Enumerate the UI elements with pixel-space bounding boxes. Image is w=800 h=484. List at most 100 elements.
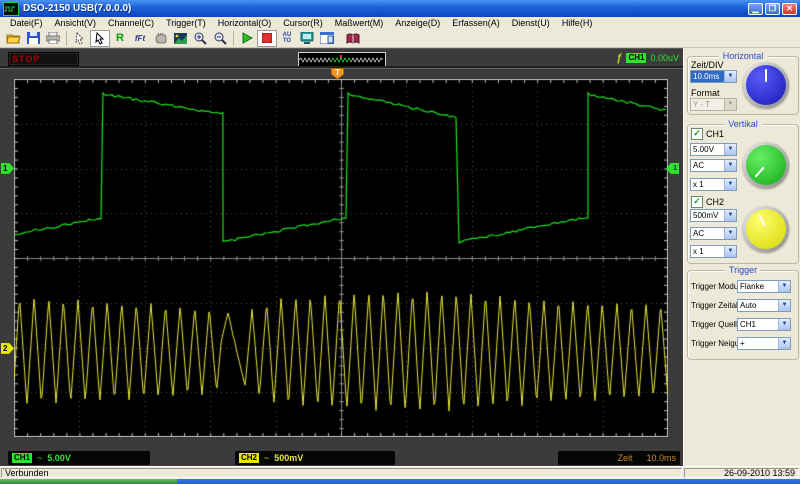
ch2-volt-select[interactable]: 500mV ▼ bbox=[690, 209, 737, 222]
ch2-position-marker[interactable]: 2 bbox=[1, 342, 14, 354]
ch2-coupling-select[interactable]: AC ▼ bbox=[690, 227, 737, 240]
help-button[interactable] bbox=[343, 30, 363, 47]
zoom-out-button[interactable] bbox=[210, 30, 230, 47]
hand-tool-button[interactable] bbox=[150, 30, 170, 47]
minimize-button[interactable]: ▁ bbox=[748, 2, 763, 15]
ch1-coupling-icon: ~ bbox=[37, 453, 43, 463]
waveform-image-icon bbox=[173, 32, 187, 44]
chevron-down-icon[interactable]: ▼ bbox=[724, 144, 736, 155]
start-button[interactable] bbox=[0, 479, 177, 484]
chevron-down-icon[interactable]: ▼ bbox=[778, 319, 790, 330]
toolbar-separator bbox=[66, 30, 67, 46]
menu-datei[interactable]: Datei(F) bbox=[4, 18, 49, 28]
horizontal-position-preview[interactable] bbox=[298, 52, 386, 67]
print-icon bbox=[46, 32, 60, 44]
datetime-status: 26-09-2010 13:59 bbox=[684, 468, 799, 478]
autoset-button[interactable]: AU TO bbox=[277, 30, 297, 47]
open-button[interactable] bbox=[3, 30, 23, 47]
horizontal-group-title: Horizontal bbox=[718, 51, 768, 61]
ch1-volt-select[interactable]: 5.00V ▼ bbox=[690, 143, 737, 156]
trigger-channel-badge: CH1 bbox=[626, 53, 647, 63]
chevron-down-icon[interactable]: ▼ bbox=[724, 246, 736, 257]
stop-acquisition-button[interactable] bbox=[257, 29, 277, 47]
ch1-probe-select[interactable]: x 1 ▼ bbox=[690, 178, 737, 191]
chevron-down-icon[interactable]: ▼ bbox=[778, 281, 790, 292]
restore-button[interactable]: ❐ bbox=[765, 2, 780, 15]
ch1-checkbox[interactable]: ✓ bbox=[691, 128, 703, 140]
format-label: Format bbox=[691, 88, 720, 98]
ch2-position-knob[interactable] bbox=[743, 206, 789, 252]
print-button[interactable] bbox=[43, 30, 63, 47]
waveform-plot bbox=[14, 79, 668, 437]
save-button[interactable] bbox=[23, 30, 43, 47]
chevron-down-icon[interactable]: ▼ bbox=[724, 71, 736, 82]
menu-ansicht[interactable]: Ansicht(V) bbox=[49, 18, 103, 28]
chevron-down-icon[interactable]: ▼ bbox=[724, 228, 736, 239]
fft-button[interactable]: fFt bbox=[130, 30, 150, 47]
oscilloscope-display-area: STOP ƒ CH1 0.00uV T 1 2 1 CH1 ~ 5.00V CH… bbox=[0, 48, 683, 466]
zoom-in-icon bbox=[194, 32, 207, 45]
chevron-down-icon[interactable]: ▼ bbox=[724, 210, 736, 221]
menu-dienst[interactable]: Dienst(U) bbox=[506, 18, 556, 28]
cursor-select-button[interactable] bbox=[70, 30, 90, 47]
ch1-enable-row: ✓ CH1 bbox=[691, 128, 724, 140]
trigger-zeitablenk-select[interactable]: Auto ▼ bbox=[737, 299, 791, 312]
chevron-down-icon[interactable]: ▼ bbox=[724, 179, 736, 190]
close-button[interactable]: ✕ bbox=[782, 2, 797, 15]
ch2-probe-select[interactable]: x 1 ▼ bbox=[690, 245, 737, 258]
zoom-in-button[interactable] bbox=[190, 30, 210, 47]
refresh-button[interactable]: R bbox=[110, 30, 130, 47]
display-capture-icon bbox=[300, 32, 314, 44]
menu-erfassen[interactable]: Erfassen(A) bbox=[446, 18, 506, 28]
ch2-checkbox[interactable]: ✓ bbox=[691, 196, 703, 208]
menu-channel[interactable]: Channel(C) bbox=[102, 18, 160, 28]
hand-tool-icon bbox=[154, 32, 167, 44]
time-label: Zeit bbox=[617, 453, 633, 463]
menu-masswert[interactable]: Maßwert(M) bbox=[329, 18, 390, 28]
trigger-modus-select[interactable]: Flanke ▼ bbox=[737, 280, 791, 293]
cursor-arrow-button[interactable] bbox=[90, 29, 110, 47]
ch1-status-box: CH1 ~ 5.00V bbox=[8, 451, 150, 465]
chevron-down-icon: ▼ bbox=[724, 99, 736, 110]
menu-anzeige[interactable]: Anzeige(D) bbox=[389, 18, 446, 28]
zeitdiv-select[interactable]: 10.0ms ▼ bbox=[690, 70, 737, 83]
toolbar-separator bbox=[233, 30, 234, 46]
ch1-scale-readout: 5.00V bbox=[47, 453, 71, 463]
window-layout-button[interactable] bbox=[317, 30, 337, 47]
menu-cursor[interactable]: Cursor(R) bbox=[277, 18, 329, 28]
ch2-checkbox-label: CH2 bbox=[706, 197, 725, 207]
ch2-scale-readout: 500mV bbox=[274, 453, 304, 463]
chevron-down-icon[interactable]: ▼ bbox=[778, 338, 790, 349]
acquisition-status-indicator: STOP bbox=[8, 52, 79, 66]
windows-taskbar[interactable] bbox=[0, 479, 800, 484]
ch1-badge: CH1 bbox=[12, 453, 33, 463]
trigger-quelle-select[interactable]: CH1 ▼ bbox=[737, 318, 791, 331]
trigger-position-marker[interactable]: T bbox=[331, 68, 345, 79]
start-acquisition-button[interactable] bbox=[237, 30, 257, 47]
autoset-icon: AU TO bbox=[282, 32, 292, 44]
cursor-select-icon bbox=[74, 31, 86, 45]
menu-hilfe[interactable]: Hilfe(H) bbox=[556, 18, 599, 28]
display-capture-button[interactable] bbox=[297, 30, 317, 47]
menu-bar: Datei(F) Ansicht(V) Channel(C) Trigger(T… bbox=[0, 17, 800, 29]
chevron-down-icon[interactable]: ▼ bbox=[724, 160, 736, 171]
menu-trigger[interactable]: Trigger(T) bbox=[160, 18, 212, 28]
ch1-position-knob[interactable] bbox=[743, 142, 789, 188]
window-title: DSO-2150 USB(7.0.0.0) bbox=[23, 3, 132, 14]
ch1-position-marker[interactable]: 1 bbox=[1, 162, 14, 174]
trigger-neigung-select[interactable]: + ▼ bbox=[737, 337, 791, 350]
horizontal-knob[interactable] bbox=[743, 62, 789, 108]
trigger-level-readout: 0.00uV bbox=[650, 53, 679, 63]
zeitdiv-label: Zeit/DIV bbox=[691, 60, 724, 70]
chevron-down-icon[interactable]: ▼ bbox=[778, 300, 790, 311]
dso-application-window: DSO-2150 USB(7.0.0.0) ▁ ❐ ✕ Datei(F) Ans… bbox=[0, 0, 800, 484]
time-value: 10.0ms bbox=[646, 453, 676, 463]
zoom-out-icon bbox=[214, 32, 227, 45]
menu-horizontal[interactable]: Horizontal(O) bbox=[212, 18, 278, 28]
ch2-badge: CH2 bbox=[239, 453, 260, 463]
ch2-coupling-icon: ~ bbox=[264, 453, 270, 463]
trigger-modus-label: Trigger Modus bbox=[691, 282, 743, 291]
ch1-coupling-select[interactable]: AC ▼ bbox=[690, 159, 737, 172]
vertikal-group-title: Vertikal bbox=[724, 119, 762, 129]
waveform-image-button[interactable] bbox=[170, 30, 190, 47]
